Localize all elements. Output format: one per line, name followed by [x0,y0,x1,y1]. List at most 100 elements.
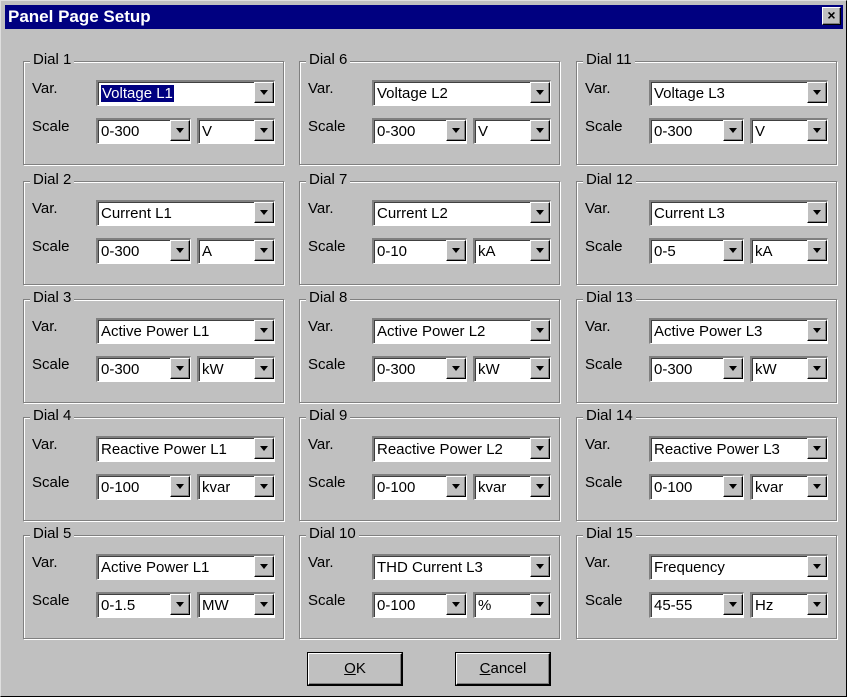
dial-12-unit-select[interactable]: kA [750,238,828,264]
title-bar[interactable]: Panel Page Setup × [5,5,843,29]
chevron-down-icon[interactable] [254,320,274,341]
chevron-down-icon[interactable] [530,82,550,103]
dial-5-unit-select[interactable]: MW [197,592,275,618]
dial-6-variable-select[interactable]: Voltage L2 [372,80,551,106]
chevron-down-icon[interactable] [446,476,466,497]
dial-1-unit-value: V [202,123,213,140]
chevron-down-icon[interactable] [807,202,827,223]
dial-11-variable-select[interactable]: Voltage L3 [649,80,828,106]
chevron-down-icon[interactable] [254,556,274,577]
chevron-down-icon[interactable] [446,120,466,141]
dial-15-unit-select[interactable]: Hz [750,592,828,618]
dial-11-unit-select[interactable]: V [750,118,828,144]
dial-10-range-select[interactable]: 0-100 [372,592,467,618]
chevron-down-icon[interactable] [530,438,550,459]
chevron-down-icon[interactable] [530,358,550,379]
dial-3-variable-select[interactable]: Active Power L1 [96,318,275,344]
chevron-down-icon[interactable] [807,358,827,379]
dial-8-variable-select[interactable]: Active Power L2 [372,318,551,344]
chevron-down-icon[interactable] [530,476,550,497]
chevron-down-icon[interactable] [807,594,827,615]
dial-1-range-select[interactable]: 0-300 [96,118,191,144]
dial-4-unit-select[interactable]: kvar [197,474,275,500]
dial-13-range-select[interactable]: 0-300 [649,356,744,382]
chevron-down-icon[interactable] [254,594,274,615]
dial-12-variable-select[interactable]: Current L3 [649,200,828,226]
chevron-down-icon[interactable] [254,120,274,141]
dial-15-range-select[interactable]: 45-55 [649,592,744,618]
dial-3-range-select[interactable]: 0-300 [96,356,191,382]
chevron-down-icon[interactable] [807,320,827,341]
chevron-down-icon[interactable] [807,120,827,141]
dial-9-range-select[interactable]: 0-100 [372,474,467,500]
dial-7-range-select[interactable]: 0-10 [372,238,467,264]
dial-12-range-select[interactable]: 0-5 [649,238,744,264]
chevron-down-icon[interactable] [807,82,827,103]
chevron-down-icon[interactable] [530,202,550,223]
chevron-down-icon[interactable] [170,358,190,379]
dial-10-unit-select[interactable]: % [473,592,551,618]
dial-8-range-select[interactable]: 0-300 [372,356,467,382]
cancel-button[interactable]: Cancel [456,653,550,685]
dial-2-variable-select[interactable]: Current L1 [96,200,275,226]
dial-9-range-value: 0-100 [377,479,416,496]
dial-3-unit-select[interactable]: kW [197,356,275,382]
chevron-down-icon[interactable] [170,120,190,141]
chevron-down-icon[interactable] [446,358,466,379]
chevron-down-icon[interactable] [254,438,274,459]
dial-11-range-select[interactable]: 0-300 [649,118,744,144]
dial-6-range-select[interactable]: 0-300 [372,118,467,144]
chevron-down-icon[interactable] [254,240,274,261]
chevron-down-icon[interactable] [254,476,274,497]
chevron-down-icon[interactable] [723,120,743,141]
scale-label: Scale [32,592,70,609]
dial-1-variable-select[interactable]: Voltage L1 [96,80,275,106]
close-button[interactable]: × [822,7,841,25]
chevron-down-icon[interactable] [530,120,550,141]
dial-7-variable-select[interactable]: Current L2 [372,200,551,226]
dial-4-range-select[interactable]: 0-100 [96,474,191,500]
chevron-down-icon[interactable] [254,358,274,379]
chevron-down-icon[interactable] [807,556,827,577]
chevron-down-icon[interactable] [446,594,466,615]
chevron-down-icon[interactable] [530,556,550,577]
dial-15-title: Dial 15 [583,525,636,543]
chevron-down-icon[interactable] [254,202,274,223]
chevron-down-icon[interactable] [807,476,827,497]
chevron-down-icon[interactable] [446,240,466,261]
chevron-down-icon[interactable] [530,240,550,261]
chevron-down-icon[interactable] [723,594,743,615]
chevron-down-icon[interactable] [530,320,550,341]
dial-13-variable-select[interactable]: Active Power L3 [649,318,828,344]
dial-10-variable-select[interactable]: THD Current L3 [372,554,551,580]
chevron-down-icon[interactable] [807,240,827,261]
scale-label: Scale [308,118,346,135]
dial-7-unit-select[interactable]: kA [473,238,551,264]
chevron-down-icon[interactable] [723,476,743,497]
dial-14-variable-select[interactable]: Reactive Power L3 [649,436,828,462]
dial-1-unit-select[interactable]: V [197,118,275,144]
dial-14-unit-select[interactable]: kvar [750,474,828,500]
dial-5-variable-select[interactable]: Active Power L1 [96,554,275,580]
chevron-down-icon[interactable] [170,240,190,261]
dial-5-range-select[interactable]: 0-1.5 [96,592,191,618]
chevron-down-icon[interactable] [530,594,550,615]
chevron-down-icon[interactable] [170,476,190,497]
dial-9-variable-select[interactable]: Reactive Power L2 [372,436,551,462]
chevron-down-icon[interactable] [807,438,827,459]
dial-4-variable-select[interactable]: Reactive Power L1 [96,436,275,462]
chevron-down-icon[interactable] [723,240,743,261]
dial-15-variable-select[interactable]: Frequency [649,554,828,580]
chevron-down-icon[interactable] [170,594,190,615]
dial-8-unit-select[interactable]: kW [473,356,551,382]
chevron-down-icon[interactable] [723,358,743,379]
panel-page-setup-dialog: Panel Page Setup × Dial 1 Var. Voltage L1 S… [0,0,847,697]
dial-2-unit-select[interactable]: A [197,238,275,264]
ok-button[interactable]: OK [308,653,402,685]
dial-2-range-select[interactable]: 0-300 [96,238,191,264]
dial-9-unit-select[interactable]: kvar [473,474,551,500]
chevron-down-icon[interactable] [254,82,274,103]
dial-14-range-select[interactable]: 0-100 [649,474,744,500]
dial-13-unit-select[interactable]: kW [750,356,828,382]
dial-6-unit-select[interactable]: V [473,118,551,144]
